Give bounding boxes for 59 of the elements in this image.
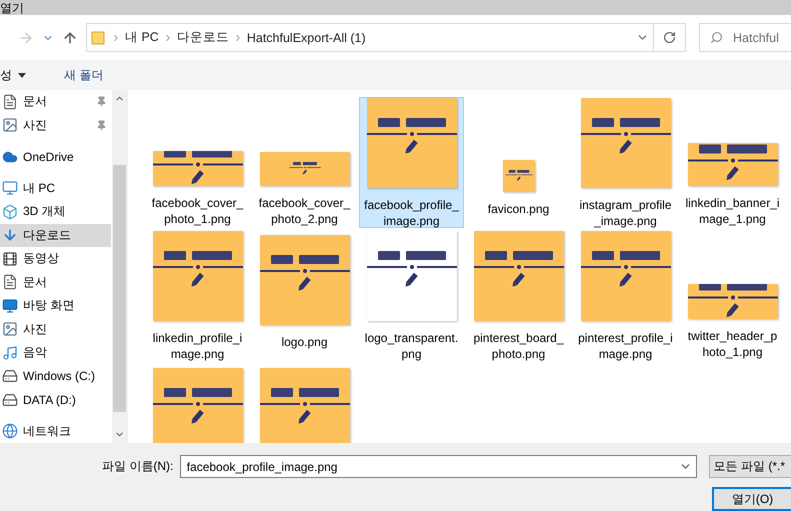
sidebar-item[interactable]: 내 PC — [0, 176, 111, 200]
file-item[interactable]: pinterest_board_photo.png — [466, 230, 571, 361]
file-item[interactable]: logo_transparent.png — [359, 230, 464, 361]
file-item[interactable]: instagram_profile_image.png — [573, 97, 678, 228]
globe-icon — [2, 423, 18, 440]
file-item[interactable]: logo.png — [252, 230, 357, 361]
file-item[interactable]: facebook_profile_image.png — [359, 97, 464, 228]
filename-input[interactable]: facebook_profile_image.png — [184, 458, 679, 474]
file-type-dropdown[interactable]: 모든 파일 (*.* — [708, 455, 791, 478]
file-item[interactable]: linkedin_banner_image_1.png — [680, 97, 785, 228]
document-icon — [2, 94, 18, 110]
sidebar-item[interactable]: 사진 — [0, 318, 111, 341]
sidebar-item[interactable]: OneDrive — [0, 145, 111, 168]
file-item[interactable]: favicon.png — [466, 97, 571, 228]
monitor-icon — [2, 180, 18, 196]
filename-label: 파일 이름(N): — [102, 458, 174, 475]
address-bar[interactable]: 내 PC 다운로드 HatchfulExport-All (1) — [86, 23, 686, 52]
file-item[interactable]: facebook_cover_photo_1.png — [145, 97, 250, 228]
sidebar-item[interactable]: Windows (C:) — [0, 364, 111, 388]
sidebar-item[interactable]: 음악 — [0, 341, 111, 364]
organize-button[interactable]: 성 — [0, 66, 30, 84]
search-field[interactable]: Hatchful — [699, 23, 791, 52]
window-title: 열기 — [0, 2, 24, 15]
sidebar-item[interactable]: 사진 — [0, 114, 111, 137]
music-note-icon — [2, 344, 18, 361]
folder-icon — [91, 30, 105, 44]
breadcrumb[interactable]: 내 PC — [121, 29, 163, 46]
file-item[interactable]: linkedin_profile_image.png — [145, 230, 250, 361]
sidebar-item[interactable]: 바탕 화면 — [0, 294, 111, 318]
refresh-icon — [663, 31, 676, 44]
desktop-icon — [2, 298, 18, 314]
open-button[interactable]: 열기(O) — [712, 487, 791, 511]
sidebar-item[interactable]: DATA (D:) — [0, 388, 111, 412]
breadcrumb[interactable]: HatchfulExport-All (1) — [242, 30, 370, 44]
sidebar-item[interactable]: 동영상 — [0, 247, 111, 270]
cube-icon — [2, 204, 18, 220]
search-input[interactable]: Hatchful — [731, 30, 791, 46]
caret-icon — [18, 72, 26, 78]
filename-field[interactable]: facebook_profile_image.png — [180, 455, 697, 478]
scrollbar[interactable] — [112, 90, 127, 443]
file-item[interactable]: facebook_cover_photo_2.png — [252, 97, 357, 228]
search-icon — [710, 31, 723, 44]
file-item[interactable]: pinterest_profile_image.png — [573, 230, 678, 361]
drive-icon — [2, 392, 18, 408]
new-folder-button[interactable]: 새 폴더 — [58, 66, 110, 84]
breadcrumb[interactable]: 다운로드 — [172, 29, 233, 46]
download-icon — [2, 227, 18, 244]
sidebar-item[interactable]: 3D 개체 — [0, 200, 111, 224]
sidebar-item[interactable]: 문서 — [0, 90, 111, 114]
image-icon — [2, 321, 18, 338]
file-item[interactable]: twitter_header_photo_1.png — [680, 230, 785, 361]
arrow-right-icon — [18, 30, 34, 46]
film-icon — [2, 250, 18, 267]
sidebar-item[interactable]: 문서 — [0, 270, 111, 294]
sidebar-item[interactable]: 네트워크 — [0, 420, 111, 443]
sidebar-item[interactable]: 다운로드 — [0, 224, 111, 247]
drive-icon — [2, 368, 18, 384]
image-icon — [2, 117, 18, 134]
document-icon — [2, 274, 18, 290]
